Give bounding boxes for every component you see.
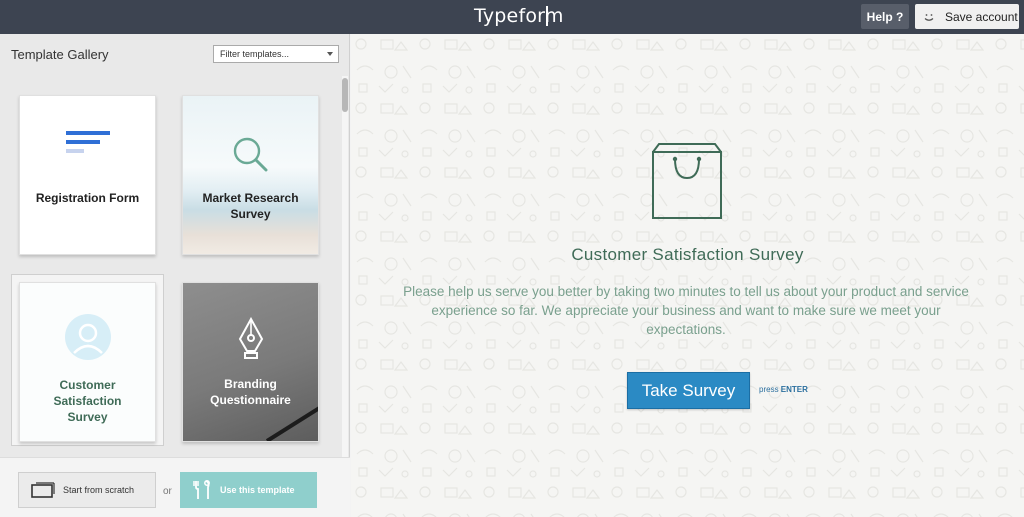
magnifier-icon bbox=[233, 137, 268, 172]
doodle-pattern-background bbox=[351, 34, 1024, 517]
template-gallery-panel: Template Gallery Filter templates... Reg… bbox=[0, 34, 350, 517]
start-from-scratch-label: Start from scratch bbox=[63, 485, 135, 495]
survey-description: Please help us serve you better by takin… bbox=[403, 284, 969, 337]
template-card-label: Branding Questionnaire bbox=[210, 377, 291, 407]
help-button[interactable]: Help ? bbox=[861, 4, 909, 29]
filter-value: Filter templates... bbox=[220, 49, 290, 59]
blank-form-icon bbox=[31, 482, 55, 498]
template-actions-bar: Start from scratch or Use this template bbox=[0, 457, 350, 517]
template-card-label: Registration Form bbox=[35, 191, 140, 205]
take-survey-button[interactable]: Take Survey bbox=[627, 372, 750, 409]
scrollbar-track[interactable] bbox=[342, 76, 348, 458]
pen-nib-icon bbox=[238, 317, 264, 359]
avatar-icon bbox=[65, 314, 111, 360]
tools-icon bbox=[193, 480, 210, 499]
text-cursor bbox=[546, 6, 548, 26]
template-card-label: Market Research Survey bbox=[202, 191, 299, 221]
top-bar: Typeform Help ? Save account bbox=[0, 0, 1024, 34]
use-this-template-button[interactable]: Use this template bbox=[180, 472, 317, 508]
smiley-icon bbox=[919, 7, 939, 27]
brand-logo: Typeform bbox=[474, 5, 564, 27]
template-card-label: Customer Satisfaction Survey bbox=[53, 378, 122, 424]
or-separator: or bbox=[163, 486, 172, 497]
save-account-label: Save account bbox=[945, 9, 1018, 24]
form-lines-icon bbox=[66, 131, 110, 153]
use-this-template-label: Use this template bbox=[220, 485, 295, 495]
shopping-bag-icon bbox=[652, 143, 722, 219]
template-card-registration[interactable]: Registration Form bbox=[19, 95, 156, 255]
filter-templates-select[interactable]: Filter templates... bbox=[213, 45, 339, 63]
start-from-scratch-button[interactable]: Start from scratch bbox=[18, 472, 156, 508]
survey-title: Customer Satisfaction Survey bbox=[571, 245, 804, 264]
save-account-button[interactable]: Save account bbox=[915, 4, 1019, 29]
template-card-customer-satisfaction[interactable]: Customer Satisfaction Survey bbox=[19, 282, 156, 442]
survey-preview: Customer Satisfaction Survey Please help… bbox=[351, 34, 1024, 517]
pen-decoration bbox=[265, 406, 318, 441]
gallery-title: Template Gallery bbox=[11, 47, 109, 62]
scrollbar-thumb[interactable] bbox=[342, 78, 348, 112]
template-card-market-research[interactable]: Market Research Survey bbox=[182, 95, 319, 255]
press-enter-hint: press ENTER bbox=[759, 385, 808, 394]
chevron-down-icon bbox=[327, 52, 333, 56]
template-card-branding[interactable]: Branding Questionnaire bbox=[182, 282, 319, 442]
